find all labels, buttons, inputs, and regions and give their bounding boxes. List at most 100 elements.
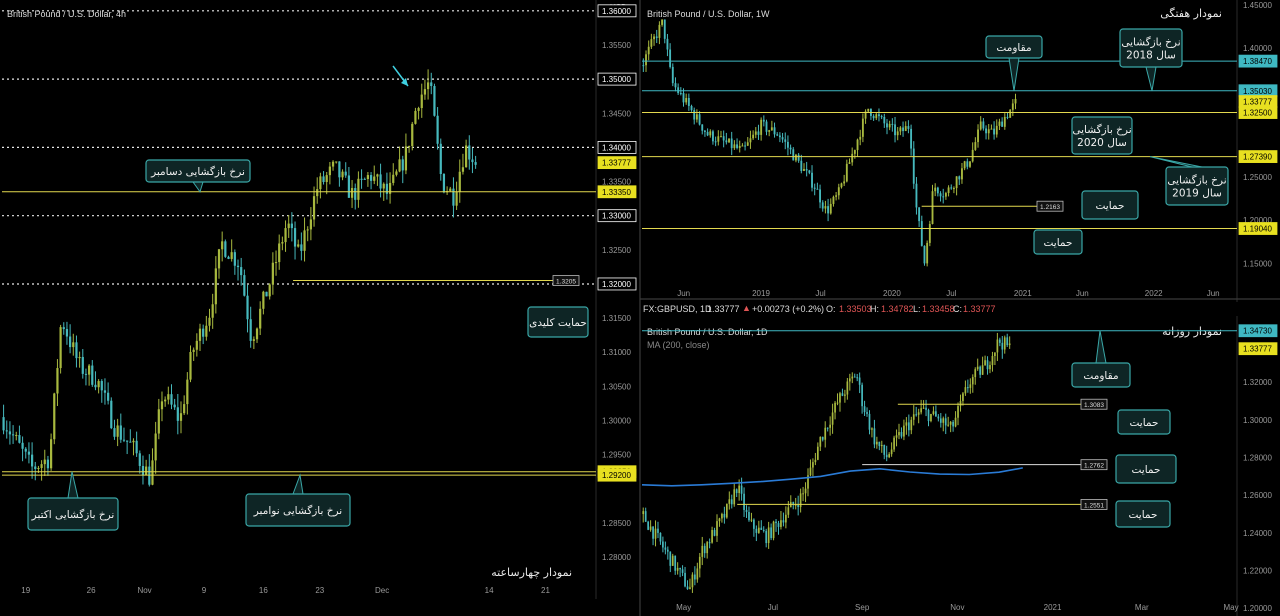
candle-body [404, 146, 408, 171]
candle-body [915, 414, 918, 416]
candle-body [856, 377, 859, 379]
candle-body [730, 499, 733, 505]
candle-body [249, 319, 252, 341]
candle-body [985, 128, 987, 134]
candle-body [799, 493, 802, 507]
candle-body [744, 145, 747, 147]
candle-body [757, 527, 760, 533]
candle-body [75, 342, 78, 359]
candle-body [698, 556, 701, 569]
candle-body [853, 376, 856, 378]
candle-body [369, 175, 373, 181]
candle-body [800, 160, 803, 171]
candle-body [81, 356, 84, 374]
candle-body [1001, 342, 1004, 350]
candle-body [977, 129, 979, 143]
candle-body [116, 425, 119, 437]
x-tick-label: 2019 [752, 289, 770, 298]
price-tag-label: 1.35030 [1243, 87, 1272, 96]
candle-body [138, 453, 141, 466]
candle-body [990, 128, 993, 130]
candle-body [255, 328, 259, 340]
candle-body [836, 402, 839, 404]
candle-body [888, 123, 891, 128]
candle-body [284, 228, 287, 243]
ohlc-high: 1.34782 [881, 304, 914, 314]
candle-body [1001, 121, 1004, 127]
candle-body [84, 373, 88, 375]
candle-body [885, 454, 888, 458]
candle-body [458, 171, 461, 193]
candle-body [657, 528, 659, 533]
candle-body [681, 569, 684, 573]
candle-body [947, 424, 950, 426]
candle-body [728, 138, 730, 143]
candle-body [917, 412, 920, 415]
candle-body [765, 121, 768, 132]
candle-body [259, 308, 262, 329]
candle-body [366, 175, 370, 180]
candle-body [832, 196, 835, 204]
candle-body [821, 436, 824, 440]
candle-body [664, 547, 667, 550]
candle-body [723, 513, 726, 518]
candle-body [679, 93, 682, 95]
x-tick-label: Nov [137, 586, 151, 595]
candle-body [886, 123, 888, 128]
candle-body [173, 404, 176, 408]
candle-body [160, 401, 164, 410]
callout-label: نرخ بازگشایی دسامبر [150, 165, 245, 178]
candle-body [420, 94, 423, 109]
candle-body [21, 442, 24, 449]
candle-body [781, 137, 784, 140]
candle-body [717, 136, 720, 142]
candle-body [748, 512, 750, 521]
candle-body [928, 223, 931, 243]
x-tick-label: May [676, 603, 691, 612]
candle-body [979, 366, 982, 375]
y-tick-label: 1.31500 [602, 314, 631, 323]
candle-body [966, 161, 969, 167]
candle-body [363, 178, 366, 180]
candle-body [986, 360, 989, 370]
candle-body [805, 168, 808, 171]
y-tick-label: 1.25000 [1243, 173, 1272, 182]
candle-body [65, 329, 69, 337]
candle-body [268, 284, 271, 297]
candle-body [666, 38, 669, 50]
candle-body [912, 414, 915, 420]
candle-body [233, 252, 236, 266]
candle-body [252, 339, 255, 341]
candle-body [768, 130, 771, 132]
level-value-label: 1.3205 [556, 279, 576, 286]
candle-body [859, 136, 862, 140]
candle-body [30, 454, 34, 467]
candle-body [164, 399, 167, 402]
candle-body [1011, 103, 1014, 110]
candle-body [449, 188, 452, 191]
candle-body [674, 83, 677, 88]
candle-body [899, 127, 902, 132]
candle-body [816, 188, 819, 190]
candle-body [757, 131, 760, 135]
candle-body [891, 123, 894, 125]
price-tag-label: 1.34730 [1243, 327, 1272, 336]
candle-body [642, 511, 645, 515]
candle-body [894, 124, 896, 136]
candle-body [411, 123, 414, 147]
candle-body [644, 511, 647, 522]
candle-body [224, 241, 227, 257]
candle-body [701, 545, 704, 557]
candle-body [942, 418, 945, 423]
candle-body [853, 150, 856, 154]
candle-body [835, 195, 838, 197]
price-tag-label: 1.33777 [1243, 98, 1272, 107]
candle-body [107, 392, 110, 401]
panel-h4: 1.36000 1.35500 1.35000 1.34500 1.34000 1.337… [2, 0, 637, 599]
panel-w1: 1.45000 1.40000 1.38470 1.35030 1.33777 1.325… [642, 0, 1278, 302]
candle-body [376, 174, 379, 177]
candle-body [848, 162, 851, 164]
candle-body [851, 153, 854, 163]
candle-body [471, 159, 474, 163]
candle-body [752, 134, 755, 139]
